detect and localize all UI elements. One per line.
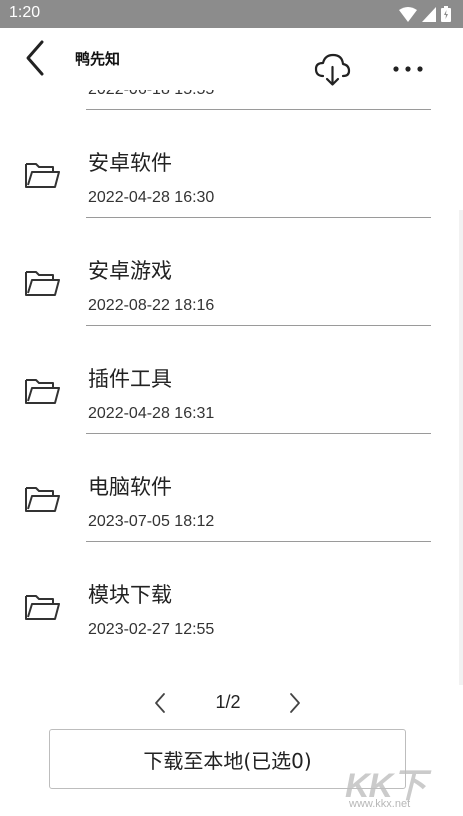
folder-item[interactable]: 2022-06-18 15:55 [0,90,463,110]
folder-item[interactable]: 安卓游戏 2022-08-22 18:16 [0,214,463,326]
folder-date: 2023-02-27 12:55 [88,621,215,638]
scrollbar-track[interactable] [459,210,463,685]
watermark-url: www.kkx.net [349,798,411,810]
folder-item[interactable]: 插件工具 2022-04-28 16:31 [0,322,463,434]
folder-name: 安卓软件 [88,151,172,175]
folder-name: 插件工具 [88,367,172,391]
download-to-local-button[interactable]: 下载至本地(已选0) [49,729,406,789]
folder-name: 模块下载 [88,583,172,607]
folder-date: 2023-07-05 18:12 [88,513,215,530]
folder-icon [25,271,60,296]
folder-name: 安卓游戏 [88,259,172,283]
folder-name: 电脑软件 [88,475,172,499]
cloud-download-button[interactable] [312,50,352,90]
more-horizontal-icon [393,66,423,72]
folder-date: 2022-08-22 18:16 [88,297,215,314]
folder-icon [25,163,60,188]
chevron-left-icon [155,693,165,713]
folder-date: 2022-06-18 15:55 [88,90,214,99]
folder-list[interactable]: 2022-06-18 15:55 安卓软件 2022-04-28 16:30 安… [0,90,463,685]
cell-signal-icon [422,6,436,22]
chevron-right-icon [290,693,300,713]
page-title: 鸭先知 [75,50,121,68]
page-indicator: 1/2 [215,692,241,712]
status-bar: 1:20 [0,0,463,28]
battery-icon [441,6,451,22]
pager: 1/2 [0,686,463,720]
app-bar: 鸭先知 [0,28,463,90]
folder-icon [25,379,60,404]
back-button[interactable] [18,38,54,78]
folder-item[interactable]: 电脑软件 2023-07-05 18:12 [0,430,463,542]
cloud-download-icon [314,53,351,86]
more-options-button[interactable] [388,56,428,86]
folder-icon [25,487,60,512]
wifi-icon [399,6,417,22]
folder-item[interactable]: 模块下载 2023-02-27 12:55 [0,538,463,646]
next-page-button[interactable] [285,690,305,716]
folder-date: 2022-04-28 16:30 [88,189,215,206]
folder-date: 2022-04-28 16:31 [88,405,215,422]
folder-icon [25,595,60,620]
chevron-left-icon [26,40,44,76]
folder-item[interactable]: 安卓软件 2022-04-28 16:30 [0,106,463,218]
status-time: 1:20 [9,4,41,21]
previous-page-button[interactable] [150,690,170,716]
status-icons [399,6,451,22]
